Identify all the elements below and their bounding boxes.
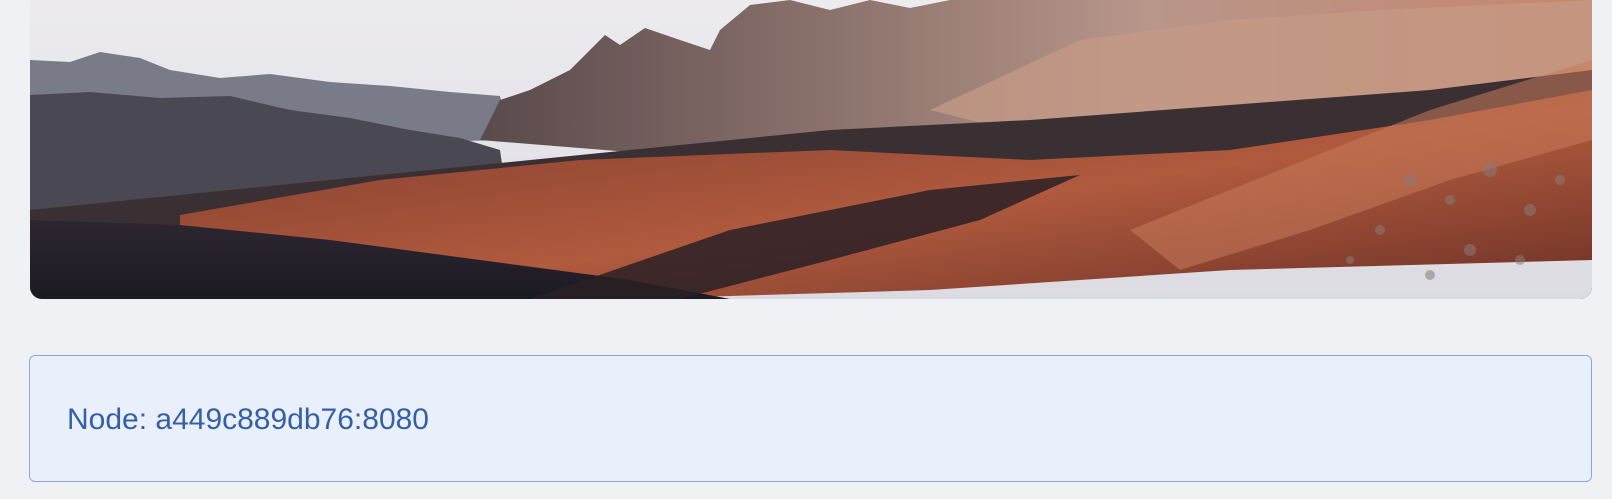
- landscape-illustration: [30, 0, 1592, 299]
- mountain-landscape-image: [30, 0, 1592, 299]
- page: Node: a449c889db76:8080: [0, 0, 1612, 499]
- node-info-box: Node: a449c889db76:8080: [29, 355, 1592, 482]
- node-label: Node: a449c889db76:8080: [67, 403, 429, 436]
